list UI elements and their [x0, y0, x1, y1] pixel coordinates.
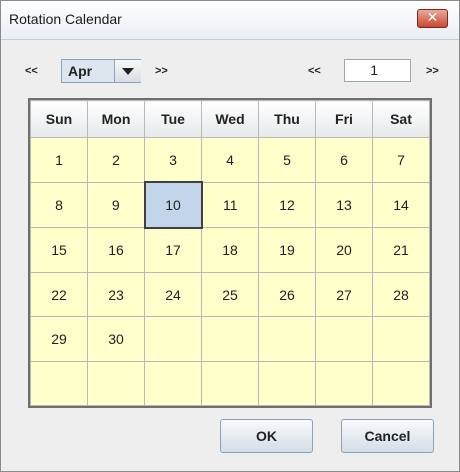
ok-button[interactable]: OK: [220, 419, 313, 453]
day-cell[interactable]: 30: [87, 316, 145, 362]
day-cell[interactable]: 17: [144, 227, 202, 273]
chevron-down-icon: [122, 68, 134, 75]
day-cell[interactable]: 13: [315, 181, 373, 229]
day-cell[interactable]: 12: [258, 181, 316, 229]
day-cell[interactable]: 24: [144, 271, 202, 318]
next-year-button[interactable]: >>: [426, 65, 439, 77]
day-cell: [144, 360, 202, 407]
day-cell[interactable]: 4: [201, 137, 259, 183]
day-cell: [30, 360, 88, 407]
day-cell[interactable]: 6: [315, 137, 373, 183]
day-cell: [258, 316, 316, 362]
weekday-header: Sun: [30, 100, 88, 138]
day-cell[interactable]: 18: [201, 227, 259, 273]
day-cell[interactable]: 29: [30, 316, 88, 362]
calendar-table: Sun Mon Tue Wed Thu Fri Sat 1 2 3 4 5 6: [30, 100, 430, 407]
day-cell[interactable]: 14: [372, 181, 430, 229]
day-cell[interactable]: 27: [315, 271, 373, 318]
week-row: [30, 360, 430, 407]
day-cell[interactable]: 9: [87, 181, 145, 229]
day-cell[interactable]: 15: [30, 227, 88, 273]
day-cell: [372, 360, 430, 407]
day-cell[interactable]: 3: [144, 137, 202, 183]
weekday-header: Sat: [372, 100, 430, 138]
day-cell: [315, 360, 373, 407]
day-cell[interactable]: 20: [315, 227, 373, 273]
day-cell[interactable]: 25: [201, 271, 259, 318]
selected-day-cell[interactable]: 10: [143, 181, 203, 229]
cancel-button[interactable]: Cancel: [341, 419, 434, 453]
day-cell[interactable]: 5: [258, 137, 316, 183]
weekday-header-row: Sun Mon Tue Wed Thu Fri Sat: [30, 100, 430, 138]
day-cell: [201, 360, 259, 407]
weekday-header: Mon: [87, 100, 145, 138]
prev-month-button[interactable]: <<: [25, 65, 38, 77]
title-bar: Rotation Calendar ✕: [1, 1, 459, 40]
day-cell[interactable]: 23: [87, 271, 145, 318]
week-row: 22 23 24 25 26 27 28: [30, 271, 430, 318]
day-cell[interactable]: 7: [372, 137, 430, 183]
month-dropdown-button[interactable]: [114, 60, 141, 82]
day-cell[interactable]: 8: [30, 181, 88, 229]
day-cell[interactable]: 1: [30, 137, 88, 183]
day-cell[interactable]: 19: [258, 227, 316, 273]
weekday-header: Wed: [201, 100, 259, 138]
next-month-button[interactable]: >>: [155, 65, 168, 77]
day-cell: [201, 316, 259, 362]
window-title: Rotation Calendar: [9, 11, 122, 27]
day-cell[interactable]: 11: [201, 181, 259, 229]
year-input[interactable]: 1: [344, 59, 411, 82]
close-button[interactable]: ✕: [417, 9, 448, 28]
day-cell[interactable]: 28: [372, 271, 430, 318]
day-cell[interactable]: 16: [87, 227, 145, 273]
prev-year-button[interactable]: <<: [308, 65, 321, 77]
close-icon: ✕: [426, 10, 439, 26]
week-row: 1 2 3 4 5 6 7: [30, 137, 430, 183]
weekday-header: Tue: [144, 100, 202, 138]
rotation-calendar-dialog: Rotation Calendar ✕ << Apr >> << 1 >> Su…: [0, 0, 460, 472]
day-cell[interactable]: 2: [87, 137, 145, 183]
day-cell: [315, 316, 373, 362]
week-row: 29 30: [30, 316, 430, 362]
day-cell[interactable]: 26: [258, 271, 316, 318]
weekday-header: Thu: [258, 100, 316, 138]
day-cell[interactable]: 21: [372, 227, 430, 273]
day-cell: [144, 316, 202, 362]
day-cell: [258, 360, 316, 407]
month-value: Apr: [68, 63, 93, 79]
calendar-grid: Sun Mon Tue Wed Thu Fri Sat 1 2 3 4 5 6: [28, 98, 432, 408]
day-cell[interactable]: 22: [30, 271, 88, 318]
weekday-header: Fri: [315, 100, 373, 138]
month-select[interactable]: Apr: [61, 59, 141, 83]
week-row: 8 9 10 11 12 13 14: [30, 181, 430, 229]
day-cell: [372, 316, 430, 362]
day-cell: [87, 360, 145, 407]
week-row: 15 16 17 18 19 20 21: [30, 227, 430, 273]
